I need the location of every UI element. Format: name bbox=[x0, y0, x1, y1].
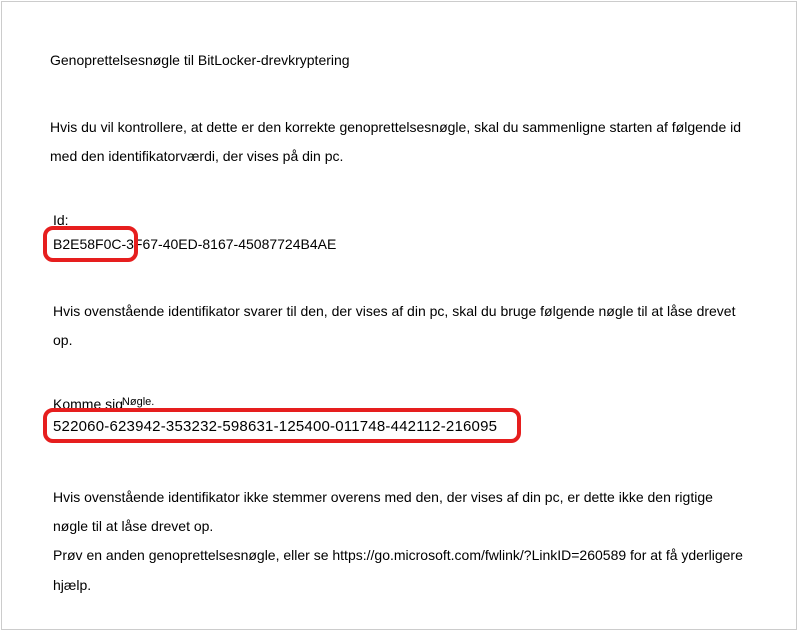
footer-text-1: Hvis ovenstående identifikator ikke stem… bbox=[53, 489, 713, 534]
recovery-key-value: 522060-623942-353232-598631-125400-01174… bbox=[47, 418, 497, 435]
footer-text-2: Prøv en anden genoprettelsesnøgle, eller… bbox=[53, 547, 743, 592]
verify-id-instruction: Hvis du vil kontrollere, at dette er den… bbox=[50, 113, 746, 172]
recovery-key-label-2: Nøgle. bbox=[122, 396, 154, 408]
recovery-key-line: 522060-623942-353232-598631-125400-01174… bbox=[47, 418, 746, 435]
use-key-instruction: Hvis ovenstående identifikator svarer ti… bbox=[53, 297, 746, 356]
recovery-key-label-line: Komme sig Nøgle. bbox=[53, 396, 746, 412]
identifier-line: B2E58F0C-3F67-40ED-8167-45087724B4AE bbox=[47, 236, 746, 252]
footer-instruction: Hvis ovenstående identifikator ikke stem… bbox=[53, 483, 746, 601]
bitlocker-recovery-document: Genoprettelsesnøgle til BitLocker-drevkr… bbox=[1, 1, 797, 630]
identifier-label: Id: bbox=[53, 212, 746, 228]
recovery-key-label-1: Komme sig bbox=[53, 396, 123, 412]
identifier-value: B2E58F0C-3F67-40ED-8167-45087724B4AE bbox=[47, 236, 336, 252]
document-title: Genoprettelsesnøgle til BitLocker-drevkr… bbox=[50, 52, 746, 68]
